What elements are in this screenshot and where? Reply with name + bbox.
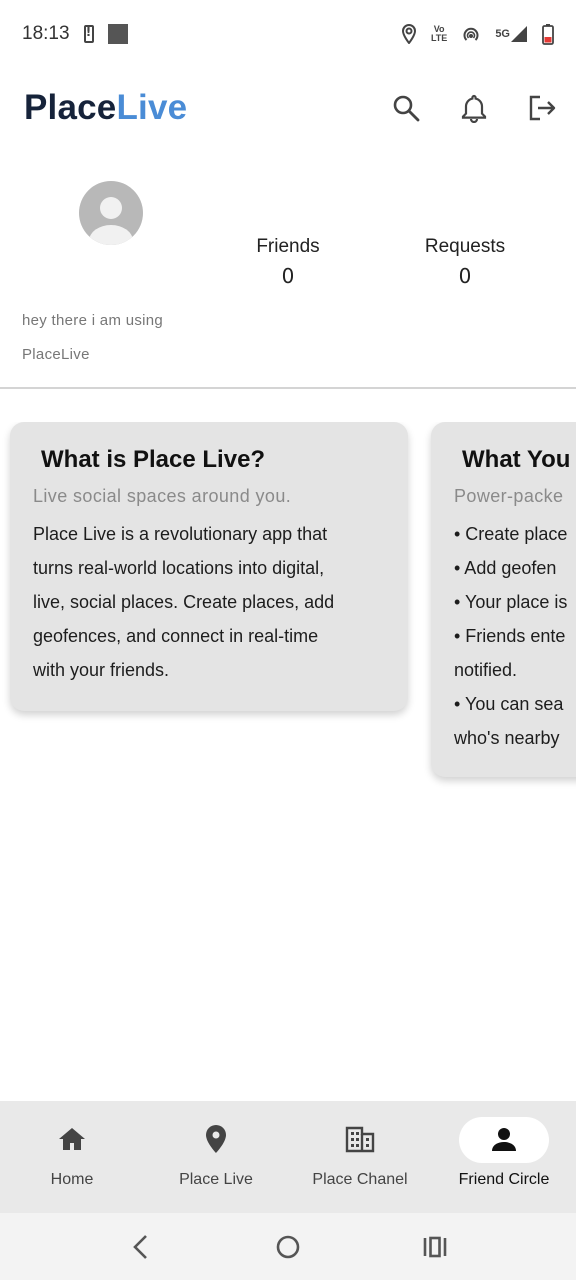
card-body-line: turns real-world locations into digital, xyxy=(33,558,325,578)
system-nav-bar xyxy=(0,1213,576,1280)
nav-friend-circle[interactable]: Friend Circle xyxy=(432,1101,576,1213)
status-right: Vo LTE 5G xyxy=(401,23,554,45)
search-icon xyxy=(393,95,420,122)
location-icon xyxy=(401,24,417,44)
nav-label: Place Chanel xyxy=(312,1171,408,1188)
search-button[interactable] xyxy=(390,92,422,124)
info-card-what-is: What is Place Live? Live social spaces a… xyxy=(10,422,408,711)
card-body-line: live, social places. Create places, add xyxy=(33,592,335,612)
requests-count: 0 xyxy=(458,264,472,288)
profile-bio: hey there i am using PlaceLive xyxy=(22,304,222,372)
nav-home[interactable]: Home xyxy=(0,1101,144,1213)
requests-label: Requests xyxy=(424,236,506,257)
card-title: What is Place Live? xyxy=(41,446,266,473)
card-body-line: • Create place xyxy=(454,524,568,544)
bio-line-1: hey there i am using xyxy=(22,312,164,329)
nav-place-chanel[interactable]: Place Chanel xyxy=(288,1101,432,1213)
battery-low-icon xyxy=(542,23,554,45)
friends-count: 0 xyxy=(281,264,295,288)
avatar[interactable] xyxy=(79,181,143,245)
volte-line2: LTE xyxy=(430,33,448,43)
notifications-button[interactable] xyxy=(458,92,490,124)
app-logo: PlaceLive xyxy=(24,88,187,128)
nav-place-live[interactable]: Place Live xyxy=(144,1101,288,1213)
card-body: • Create place • Add geofen • Your place… xyxy=(454,517,576,755)
logout-icon xyxy=(529,95,556,121)
home-circle-icon xyxy=(276,1235,300,1258)
card-title: What You xyxy=(462,446,571,473)
card-body: Place Live is a revolutionary app that t… xyxy=(33,517,386,687)
network-type: 5G xyxy=(495,28,510,40)
profile-section: Friends 0 Requests 0 hey there i am usin… xyxy=(0,170,576,388)
card-body-line: notified. xyxy=(454,660,518,680)
info-card-what-you: What You Power-packe • Create place • Ad… xyxy=(431,422,576,777)
card-body-line: geofences, and connect in real-time xyxy=(33,626,319,646)
card-subtitle: Live social spaces around you. xyxy=(33,486,292,506)
status-bar: 18:13 VoLTE 5G xyxy=(0,0,576,68)
card-body-line: • Add geofen xyxy=(454,558,557,578)
card-body-line: Place Live is a revolutionary app that xyxy=(33,524,328,544)
nav-label: Place Live xyxy=(179,1171,253,1188)
card-body-line: • Friends ente xyxy=(454,626,566,646)
location-pin-icon xyxy=(205,1123,227,1155)
logo-text-place: Place xyxy=(24,88,117,127)
card-body-line: who's nearby xyxy=(454,728,560,748)
status-left: 18:13 xyxy=(22,23,128,45)
section-divider xyxy=(0,387,576,389)
person-icon xyxy=(491,1123,517,1155)
friends-label: Friends xyxy=(256,236,320,257)
notification-square-icon xyxy=(107,24,128,44)
info-cards-carousel[interactable]: What is Place Live? Live social spaces a… xyxy=(0,422,576,802)
bio-line-2: PlaceLive xyxy=(22,346,90,363)
nav-label: Friend Circle xyxy=(458,1171,550,1188)
hotspot-icon xyxy=(461,25,481,43)
back-icon xyxy=(133,1234,148,1259)
logo-text-live: Live xyxy=(116,88,188,127)
friends-stat[interactable]: Friends 0 xyxy=(218,236,358,288)
default-avatar-icon xyxy=(89,197,133,245)
bottom-nav: Home Place Live Place Chanel Friend Circ… xyxy=(0,1101,576,1213)
app-header: PlaceLive xyxy=(0,68,576,148)
bell-icon xyxy=(461,94,487,123)
signal-icon: 5G xyxy=(495,25,528,43)
battery-alert-icon xyxy=(83,25,94,43)
volte-icon: Vo LTE xyxy=(431,25,447,43)
card-subtitle: Power-packe xyxy=(454,486,564,506)
system-home-button[interactable] xyxy=(266,1225,310,1269)
card-body-line: • You can sea xyxy=(454,694,564,714)
logout-button[interactable] xyxy=(526,92,558,124)
recents-icon xyxy=(423,1236,446,1257)
requests-stat[interactable]: Requests 0 xyxy=(395,236,535,288)
status-time: 18:13 xyxy=(22,23,70,44)
nav-label: Home xyxy=(50,1171,94,1188)
system-back-button[interactable] xyxy=(119,1225,163,1269)
building-icon xyxy=(345,1123,375,1155)
card-body-line: with your friends. xyxy=(33,660,170,680)
header-actions xyxy=(390,92,558,124)
home-icon xyxy=(58,1123,86,1155)
card-body-line: • Your place is xyxy=(454,592,568,612)
system-recents-button[interactable] xyxy=(413,1225,457,1269)
